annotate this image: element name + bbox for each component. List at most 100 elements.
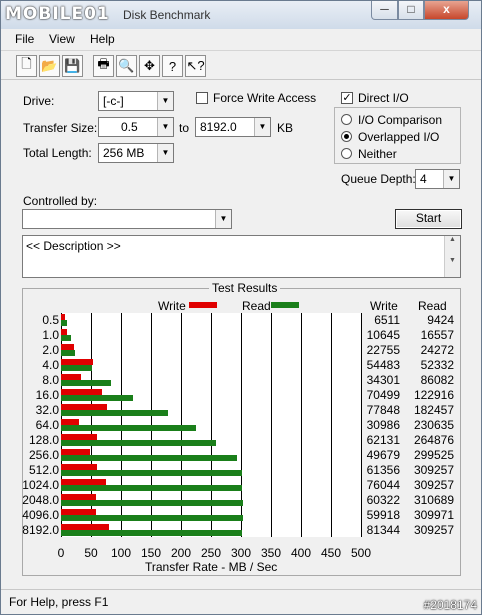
write-legend-label: Write — [158, 299, 186, 313]
controlled-by-label: Controlled by: — [23, 194, 98, 208]
chevron-down-icon: ▼ — [157, 92, 173, 110]
description-text: << Description >> — [26, 239, 121, 253]
neither-radio[interactable] — [341, 148, 352, 159]
drive-label: Drive: — [23, 94, 55, 108]
start-button[interactable]: Start — [395, 209, 462, 229]
y-tick-label: 0.5 — [42, 313, 59, 328]
minimize-button[interactable]: ─ — [371, 1, 398, 20]
read-bar — [61, 439, 217, 446]
overlapped-io-label: Overlapped I/O — [358, 130, 440, 144]
status-bar: For Help, press F1 #2018174 — [1, 589, 481, 614]
y-tick-label: 1.0 — [42, 328, 59, 343]
y-tick-label: 128.0 — [28, 432, 59, 447]
toolbar: 🗋 📂 💾 🖶 🔍 ✥ ? ↖? — [1, 50, 481, 80]
results-chart — [61, 313, 362, 537]
whats-this-icon[interactable]: ↖? — [185, 55, 206, 77]
x-axis-label: Transfer Rate - MB / Sec — [145, 560, 278, 574]
write-value: 76044 — [366, 477, 400, 492]
write-column-header: Write — [370, 299, 398, 313]
write-value: 54483 — [366, 358, 400, 373]
queue-depth-select[interactable]: 4 ▼ — [415, 169, 460, 189]
chevron-down-icon: ▼ — [157, 118, 173, 136]
read-bar — [61, 529, 243, 536]
read-bar — [61, 380, 112, 387]
menu-view[interactable]: View — [49, 32, 75, 46]
read-bar — [61, 425, 197, 431]
write-value: 49679 — [366, 447, 400, 462]
overlapped-io-radio[interactable] — [341, 131, 352, 142]
y-tick-label: 16.0 — [35, 388, 59, 403]
x-tick-label: 150 — [140, 546, 162, 560]
write-value: 62131 — [366, 432, 400, 447]
y-tick-label: 1024.0 — [22, 477, 59, 492]
read-bar — [61, 454, 237, 461]
read-bar — [61, 335, 71, 342]
maximize-button[interactable]: □ — [398, 1, 424, 20]
write-value: 22755 — [366, 343, 400, 358]
chevron-down-icon: ▼ — [254, 118, 270, 136]
drive-select[interactable]: [-c-] ▼ — [98, 91, 174, 111]
close-button[interactable]: x — [424, 1, 469, 20]
read-column-header: Read — [418, 299, 447, 313]
help-icon[interactable]: ? — [162, 55, 183, 77]
io-comparison-radio[interactable] — [341, 114, 352, 125]
io-comparison-label: I/O Comparison — [358, 113, 443, 127]
read-value: 309257 — [413, 477, 454, 492]
watermark: #2018174 — [423, 598, 477, 612]
total-length-label: Total Length: — [23, 146, 92, 160]
transfer-size-label: Transfer Size: — [23, 121, 98, 135]
print-preview-icon[interactable]: 🔍 — [116, 55, 137, 77]
read-value: 309971 — [413, 507, 454, 522]
controlled-by-select[interactable]: ▼ — [22, 209, 232, 229]
read-value: 309257 — [413, 522, 454, 537]
test-results-title: Test Results — [209, 281, 281, 295]
grid-line — [301, 313, 302, 537]
menu-help[interactable]: Help — [90, 32, 115, 46]
transfer-to-select[interactable]: 8192.0 ▼ — [195, 117, 271, 137]
read-value: 86082 — [420, 373, 454, 388]
x-tick-label: 100 — [110, 546, 132, 560]
chevron-down-icon: ▼ — [215, 210, 231, 228]
x-tick-label: 350 — [260, 546, 282, 560]
read-bar — [61, 499, 244, 506]
save-icon[interactable]: 💾 — [62, 55, 83, 77]
open-icon[interactable]: 📂 — [39, 55, 60, 77]
read-value: 122916 — [413, 388, 454, 403]
menu-file[interactable]: File — [15, 32, 34, 46]
y-tick-label: 2.0 — [42, 343, 59, 358]
x-tick-label: 50 — [84, 546, 98, 560]
total-length-select[interactable]: 256 MB ▼ — [98, 143, 174, 163]
force-write-checkbox[interactable] — [196, 92, 208, 104]
move-icon[interactable]: ✥ — [139, 55, 160, 77]
read-value: 9424 — [427, 313, 454, 328]
read-value: 309257 — [413, 462, 454, 477]
read-bar — [61, 514, 243, 521]
read-bar — [61, 469, 243, 476]
print-icon[interactable]: 🖶 — [93, 55, 114, 77]
y-tick-label: 64.0 — [35, 418, 59, 432]
y-tick-label: 32.0 — [35, 403, 59, 418]
y-tick-label: 4096.0 — [22, 507, 59, 522]
window-title: Disk Benchmark — [123, 8, 211, 22]
description-scrollbar[interactable]: ▲ ▼ — [444, 236, 460, 277]
write-value: 6511 — [374, 313, 400, 328]
write-value: 70499 — [366, 388, 400, 403]
read-legend-label: Read — [242, 299, 271, 313]
read-value: 230635 — [413, 418, 454, 432]
transfer-from-select[interactable]: 0.5 ▼ — [98, 117, 174, 137]
title-bar[interactable]: MOBILE01 Disk Benchmark ─ □ x — [1, 1, 481, 29]
write-value: 59918 — [366, 507, 400, 522]
read-legend-swatch — [271, 302, 299, 308]
y-tick-label: 256.0 — [28, 447, 59, 462]
description-box[interactable]: << Description >> ▲ ▼ — [22, 235, 461, 278]
direct-io-checkbox[interactable]: ✓ — [341, 92, 353, 104]
x-tick-label: 250 — [200, 546, 222, 560]
new-icon[interactable]: 🗋 — [16, 55, 37, 77]
x-tick-label: 500 — [350, 546, 372, 560]
read-bar — [61, 395, 134, 402]
kb-label: KB — [277, 121, 294, 135]
read-bar — [61, 350, 76, 357]
grid-line — [331, 313, 332, 537]
app-logo: MOBILE01 — [5, 4, 110, 24]
chevron-down-icon: ▼ — [157, 144, 173, 162]
